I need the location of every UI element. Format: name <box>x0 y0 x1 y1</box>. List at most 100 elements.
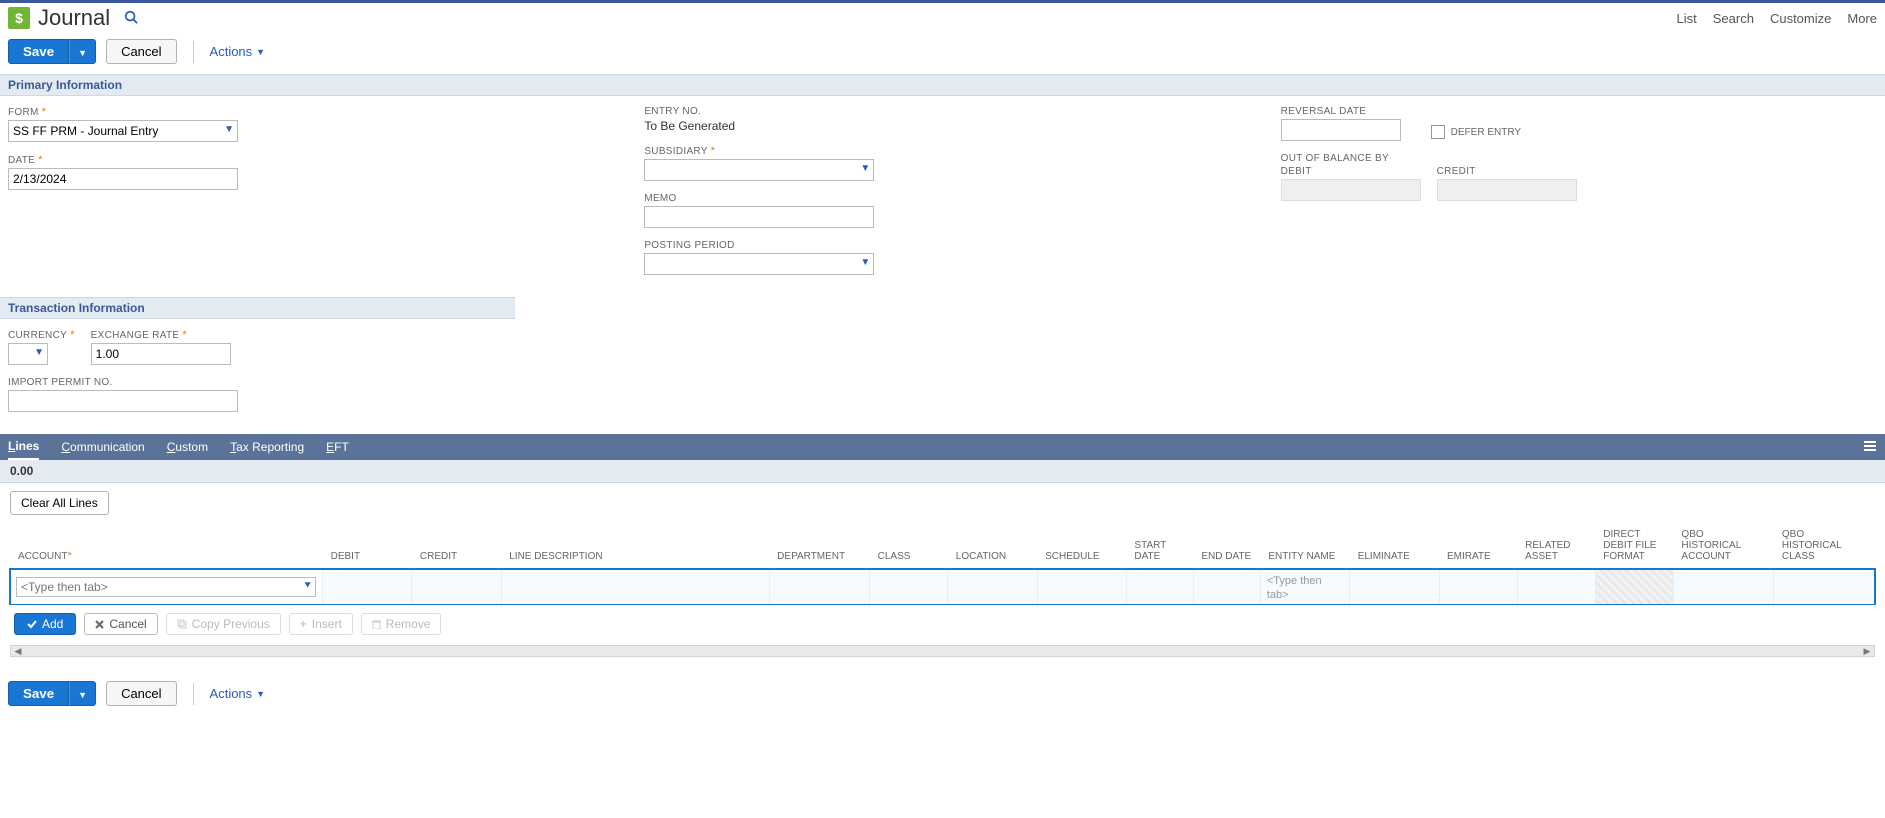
cancel-button-bottom[interactable]: Cancel <box>106 681 176 706</box>
debit-cell[interactable] <box>323 569 412 606</box>
add-line-button[interactable]: Add <box>14 613 76 635</box>
save-split-button[interactable]: Save ▼ <box>8 39 96 64</box>
col-eliminate: ELIMINATE <box>1350 523 1439 569</box>
plus-icon: + <box>300 617 307 631</box>
journal-module-icon: $ <box>8 7 30 29</box>
scroll-left-icon[interactable]: ◀ <box>11 646 25 656</box>
defer-entry-checkbox[interactable] <box>1431 125 1445 139</box>
col-location: LOCATION <box>948 523 1037 569</box>
col-linedesc: LINE DESCRIPTION <box>501 523 769 569</box>
col-schedule: SCHEDULE <box>1037 523 1126 569</box>
debit-label: DEBIT <box>1281 166 1312 177</box>
horizontal-scrollbar[interactable]: ◀ ▶ <box>10 645 1875 657</box>
col-dept: DEPARTMENT <box>769 523 869 569</box>
location-cell[interactable] <box>948 569 1037 606</box>
actions-label: Actions <box>210 44 253 59</box>
credit-cell[interactable] <box>412 569 501 606</box>
startdate-cell[interactable] <box>1126 569 1193 606</box>
cancel-line-button[interactable]: Cancel <box>84 613 157 635</box>
trash-icon <box>372 619 381 629</box>
credit-readonly <box>1437 179 1577 201</box>
debit-readonly <box>1281 179 1421 201</box>
memo-input[interactable] <box>644 206 874 228</box>
col-credit: CREDIT <box>412 523 501 569</box>
memo-label: MEMO <box>644 193 676 204</box>
clear-all-lines-button[interactable]: Clear All Lines <box>10 491 109 515</box>
reversal-label: REVERSAL DATE <box>1281 106 1367 117</box>
tab-menu-icon[interactable] <box>1863 440 1877 455</box>
actions-label-bottom: Actions <box>210 686 253 701</box>
save-dropdown-icon-bottom[interactable]: ▼ <box>69 681 96 706</box>
entity-cell[interactable]: <Type then tab> <box>1260 569 1349 606</box>
header-link-list[interactable]: List <box>1677 11 1697 26</box>
exrate-input[interactable] <box>91 343 231 365</box>
enddate-cell[interactable] <box>1193 569 1260 606</box>
table-header-row: ACCOUNT* DEBIT CREDIT LINE DESCRIPTION D… <box>10 523 1875 569</box>
actions-menu-bottom[interactable]: Actions ▼ <box>210 686 266 701</box>
linedesc-cell[interactable] <box>501 569 769 606</box>
reversal-date-input[interactable] <box>1281 119 1401 141</box>
header-link-search[interactable]: Search <box>1713 11 1754 26</box>
exrate-label: EXCHANGE RATE <box>91 330 180 341</box>
tab-lines[interactable]: Lines <box>8 434 39 460</box>
header-link-customize[interactable]: Customize <box>1770 11 1831 26</box>
form-label: FORM <box>8 107 39 118</box>
class-cell[interactable] <box>870 569 948 606</box>
required-icon: * <box>182 329 187 341</box>
col-debit: DEBIT <box>323 523 412 569</box>
currency-select[interactable] <box>8 343 48 365</box>
remove-button[interactable]: Remove <box>361 613 442 635</box>
table-row[interactable]: ⯆ <Type then tab> <box>10 569 1875 606</box>
emirate-cell[interactable] <box>1439 569 1517 606</box>
close-icon <box>95 620 104 629</box>
col-emirate: EMIRATE <box>1439 523 1517 569</box>
save-split-button-bottom[interactable]: Save ▼ <box>8 681 96 706</box>
currency-label: CURRENCY <box>8 330 67 341</box>
posting-label: POSTING PERIOD <box>644 240 734 251</box>
save-button-bottom[interactable]: Save <box>8 681 69 706</box>
lines-total: 0.00 <box>0 460 1885 483</box>
col-startdate: START DATE <box>1126 523 1193 569</box>
insert-button[interactable]: + Insert <box>289 613 353 635</box>
date-label: DATE <box>8 155 35 166</box>
qbohc-cell[interactable] <box>1774 569 1875 606</box>
search-icon[interactable] <box>124 10 138 27</box>
import-input[interactable] <box>8 390 238 412</box>
save-dropdown-icon[interactable]: ▼ <box>69 39 96 64</box>
page-title: Journal <box>38 5 110 31</box>
section-transaction: Transaction Information <box>0 297 515 319</box>
schedule-cell[interactable] <box>1037 569 1126 606</box>
section-primary: Primary Information <box>0 74 1885 96</box>
chevron-down-icon: ▼ <box>256 47 265 57</box>
form-select[interactable] <box>8 120 238 142</box>
related-cell[interactable] <box>1517 569 1595 606</box>
divider <box>193 41 194 63</box>
required-icon: * <box>70 329 75 341</box>
divider <box>193 683 194 705</box>
tab-custom[interactable]: Custom <box>167 434 208 460</box>
date-input[interactable] <box>8 168 238 190</box>
subsidiary-select[interactable] <box>644 159 874 181</box>
qboha-cell[interactable] <box>1673 569 1773 606</box>
header-link-more[interactable]: More <box>1847 11 1877 26</box>
save-button[interactable]: Save <box>8 39 69 64</box>
account-cell-input[interactable] <box>16 577 316 597</box>
dropdown-icon[interactable]: ⯆ <box>303 580 312 593</box>
tab-eft[interactable]: EFT <box>326 434 349 460</box>
col-related: RELATED ASSET <box>1517 523 1595 569</box>
dept-cell[interactable] <box>769 569 869 606</box>
oob-label: OUT OF BALANCE BY <box>1281 153 1389 164</box>
copy-previous-button[interactable]: Copy Previous <box>166 613 281 635</box>
col-entity: ENTITY NAME <box>1260 523 1349 569</box>
ddff-cell[interactable] <box>1595 569 1673 606</box>
entryno-value: To Be Generated <box>644 119 1240 133</box>
tab-tax-reporting[interactable]: Tax Reporting <box>230 434 304 460</box>
subsidiary-label: SUBSIDIARY <box>644 146 707 157</box>
actions-menu[interactable]: Actions ▼ <box>210 44 266 59</box>
scroll-right-icon[interactable]: ▶ <box>1860 646 1874 656</box>
cancel-button[interactable]: Cancel <box>106 39 176 64</box>
tab-communication[interactable]: Communication <box>61 434 144 460</box>
posting-select[interactable] <box>644 253 874 275</box>
required-icon: * <box>42 106 47 118</box>
eliminate-cell[interactable] <box>1350 569 1439 606</box>
